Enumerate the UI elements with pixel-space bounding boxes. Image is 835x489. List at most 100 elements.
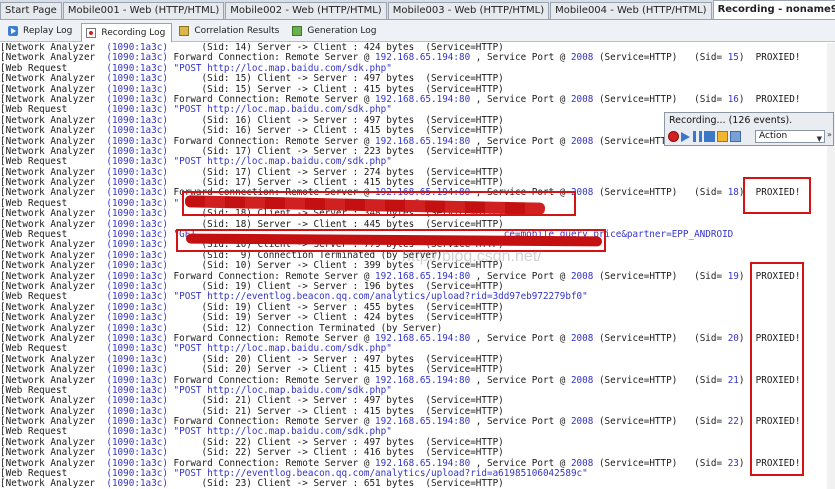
- log-request-url: "POST http://loc.map.baidu.com/sdk.php": [173, 384, 392, 396]
- log-source: [Network Analyzer: [0, 364, 96, 376]
- log-thread-id: (1090:1a3c): [106, 395, 168, 407]
- document-tab[interactable]: Start Page: [0, 2, 62, 19]
- play-icon[interactable]: [681, 131, 690, 142]
- document-tab[interactable]: Mobile003 - Web (HTTP/HTML): [387, 2, 550, 19]
- log-service-port: 2008: [570, 270, 594, 282]
- log-thread-id: (1090:1a3c): [106, 73, 168, 85]
- log-source: [Network Analyzer: [0, 145, 96, 157]
- log-message: (Sid: 16) Client -> Server : 497 bytes (…: [173, 114, 504, 126]
- log-thread-id: (1090:1a3c): [106, 280, 168, 292]
- watermark: http://blog.csdn.net/: [402, 248, 542, 265]
- stop-icon[interactable]: [704, 131, 715, 142]
- document-tab[interactable]: Mobile001 - Web (HTTP/HTML): [62, 2, 225, 19]
- log-message: Forward Connection: Remote Server @: [173, 52, 376, 64]
- log-source: [Web Request: [0, 468, 68, 480]
- log-thread-id: (1090:1a3c): [106, 405, 168, 417]
- overflow-icon[interactable]: »: [827, 130, 832, 139]
- log-source: [Network Analyzer: [0, 447, 96, 459]
- log-source: [Web Request: [0, 291, 68, 303]
- log-message: Forward Connection: Remote Server @: [173, 332, 376, 344]
- log-message: (Sid: 17) Server -> Client : 415 bytes (…: [173, 177, 504, 189]
- log-request-url: "POST http://loc.map.baidu.com/sdk.php": [173, 156, 392, 168]
- log-remote-server: 192.168.65.194:80: [375, 52, 471, 64]
- log-source: [Network Analyzer: [0, 166, 96, 178]
- log-source: [Network Analyzer: [0, 353, 96, 365]
- log-message: , Service Port @: [470, 457, 571, 469]
- log-service-port: 2008: [570, 374, 594, 386]
- log-thread-id: (1090:1a3c): [106, 197, 168, 209]
- log-thread-id: (1090:1a3c): [106, 426, 168, 438]
- log-message: , Service Port @: [470, 52, 571, 64]
- log-source: [Network Analyzer: [0, 301, 96, 313]
- pause-icon[interactable]: [693, 131, 702, 142]
- log-request-url: "POST http://loc.map.baidu.com/sdk.php": [173, 426, 392, 438]
- log-thread-id: (1090:1a3c): [106, 353, 168, 365]
- log-thread-id: (1090:1a3c): [106, 125, 168, 137]
- log-tab-bar: Replay Log Recording Log Correlation Resul…: [0, 20, 835, 42]
- tab-recording-log[interactable]: Recording Log: [81, 22, 173, 42]
- log-source: [Network Analyzer: [0, 312, 96, 324]
- log-message: , Service Port @: [470, 135, 571, 147]
- log-message: Forward Connection: Remote Server @: [173, 93, 376, 105]
- log-thread-id: (1090:1a3c): [106, 104, 168, 116]
- log-message: (Sid: 15) Server -> Client : 415 bytes (…: [173, 83, 504, 95]
- log-thread-id: (1090:1a3c): [106, 384, 168, 396]
- log-thread-id: (1090:1a3c): [106, 343, 168, 355]
- log-message: Forward Connection: Remote Server @: [173, 416, 376, 428]
- log-message: (Sid: 16) Server -> Client : 415 bytes (…: [173, 125, 504, 137]
- log-thread-id: (1090:1a3c): [106, 177, 168, 189]
- tab-replay-log[interactable]: Replay Log: [4, 21, 78, 40]
- log-thread-id: (1090:1a3c): [106, 145, 168, 157]
- log-message: (Sid: 19) Client -> Server : 196 bytes (…: [173, 280, 504, 292]
- log-source: [Network Analyzer: [0, 52, 96, 64]
- log-message: (Service=HTTP) (Sid=: [593, 187, 728, 199]
- log-source: [Web Request: [0, 156, 68, 168]
- log-thread-id: (1090:1a3c): [106, 187, 168, 199]
- log-source: [Web Request: [0, 229, 68, 241]
- log-proxied-flag: ) PROXIED!: [738, 52, 801, 64]
- log-source: [Web Request: [0, 197, 68, 209]
- tab-correlation-results[interactable]: Correlation Results: [175, 21, 285, 40]
- document-tab[interactable]: Mobile002 - Web (HTTP/HTML): [225, 2, 387, 19]
- recording-status-text: Recording... (126 events).: [669, 115, 793, 126]
- insert-marker-icon[interactable]: [717, 131, 728, 142]
- log-thread-id: (1090:1a3c): [106, 270, 168, 282]
- log-thread-id: (1090:1a3c): [106, 156, 168, 168]
- log-message: (Sid: 17) Client -> Server : 274 bytes (…: [173, 166, 504, 178]
- action-select[interactable]: Action ▼: [755, 130, 825, 143]
- log-message: (Sid: 12) Connection Terminated (by Serv…: [173, 322, 443, 334]
- log-message: , Service Port @: [470, 416, 571, 428]
- log-message: Forward Connection: Remote Server @: [173, 270, 376, 282]
- document-tab[interactable]: Recording - noname9 - Web (HTTP/HTML): [712, 0, 835, 19]
- log-source: [Network Analyzer: [0, 249, 96, 261]
- log-source: [Network Analyzer: [0, 114, 96, 126]
- document-tab-bar: Start Page Mobile001 - Web (HTTP/HTML) Mob…: [0, 0, 835, 20]
- tab-label: Correlation Results: [194, 25, 280, 36]
- log-thread-id: (1090:1a3c): [106, 332, 168, 344]
- log-source: [Web Request: [0, 62, 68, 74]
- log-thread-id: (1090:1a3c): [106, 447, 168, 459]
- log-message: , Service Port @: [470, 374, 571, 386]
- log-sid: 23: [727, 457, 739, 469]
- log-sid: 21: [727, 374, 739, 386]
- log-remote-server: 192.168.65.194:80: [375, 332, 471, 344]
- insert-step-icon[interactable]: [730, 131, 741, 142]
- log-scrollbar[interactable]: [827, 43, 835, 489]
- log-source: [Network Analyzer: [0, 73, 96, 85]
- log-remote-server: 192.168.65.194:80: [375, 135, 471, 147]
- highlight-box: [743, 177, 811, 214]
- log-remote-server: 192.168.65.194:80: [375, 457, 471, 469]
- document-tab[interactable]: Mobile004 - Web (HTTP/HTML): [550, 2, 712, 19]
- log-message: Forward Connection: Remote Server @: [173, 457, 376, 469]
- log-thread-id: (1090:1a3c): [106, 416, 168, 428]
- log-source: [Network Analyzer: [0, 125, 96, 137]
- log-thread-id: (1090:1a3c): [106, 457, 168, 469]
- tab-generation-log[interactable]: Generation Log: [288, 21, 382, 40]
- log-thread-id: (1090:1a3c): [106, 114, 168, 126]
- log-source: [Network Analyzer: [0, 135, 96, 147]
- log-message: (Sid: 22) Client -> Server : 497 bytes (…: [173, 436, 504, 448]
- log-source: [Network Analyzer: [0, 416, 96, 428]
- recording-log-pane[interactable]: [Network Analyzer (1090:1a3c) (Sid: 14) …: [0, 43, 835, 489]
- log-thread-id: (1090:1a3c): [106, 229, 168, 241]
- record-icon[interactable]: [668, 131, 679, 142]
